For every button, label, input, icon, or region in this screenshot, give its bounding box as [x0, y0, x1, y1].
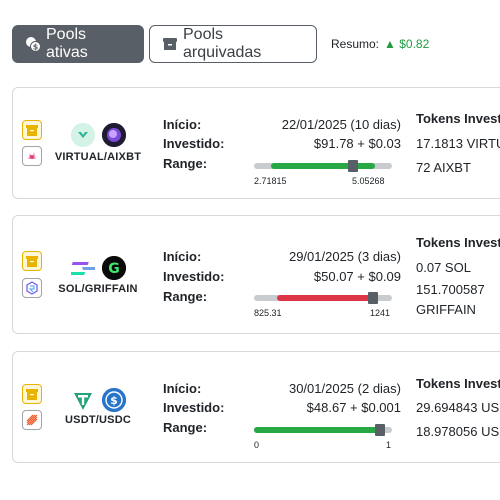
current-price-marker	[367, 292, 378, 304]
coins-icon: $	[25, 36, 41, 52]
svg-text:$: $	[33, 43, 39, 52]
tokens-header: Tokens Invest	[416, 376, 500, 391]
tokens-header: Tokens Invest	[416, 235, 500, 250]
investido-value: $50.07 + $0.09	[313, 269, 401, 284]
pool-card: VIRTUAL/AIXBT Início: Investido: Range: …	[12, 87, 500, 199]
investido-label: Investido:	[163, 400, 225, 415]
raydium-protocol-icon	[26, 281, 38, 295]
range-max: 1241	[370, 308, 391, 318]
sol-token-icon	[68, 256, 100, 280]
range-max: 5.05268	[352, 176, 385, 186]
range-fill	[270, 163, 376, 169]
range-fill	[277, 295, 370, 301]
archive-pool-button[interactable]	[22, 251, 42, 271]
investido-value: $48.67 + $0.001	[306, 400, 401, 415]
inicio-label: Início:	[163, 249, 202, 264]
pools-ativas-tab[interactable]: $ Pools ativas	[12, 25, 144, 63]
current-price-marker	[348, 160, 359, 172]
pool-pair-name: SOL/GRIFFAIN	[58, 283, 138, 295]
token-amount: 151.700587	[416, 282, 485, 297]
tokens-header: Tokens Invest	[416, 111, 500, 126]
archive-pool-button[interactable]	[22, 384, 42, 404]
investido-label: Investido:	[163, 136, 225, 151]
inicio-value: 30/01/2025 (2 dias)	[288, 381, 401, 396]
inicio-value: 29/01/2025 (3 dias)	[288, 249, 401, 264]
range-bar	[254, 160, 392, 172]
token-amount: 0.07 SOL	[416, 260, 471, 275]
pool-pair-name: VIRTUAL/AIXBT	[54, 151, 142, 163]
investido-value: $91.78 + $0.03	[313, 136, 401, 151]
token-amount: GRIFFAIN	[416, 302, 476, 317]
range-bar	[254, 424, 392, 436]
archive-pool-button[interactable]	[22, 120, 42, 140]
pool-card: $ USDT/USDC Início: Investido: Range: 30…	[12, 351, 500, 463]
toolbar: $ Pools ativas Pools arquivadas Resumo: …	[12, 25, 429, 63]
token-amount: 72 AIXBT	[416, 160, 471, 175]
orca-protocol-icon	[28, 152, 36, 159]
range-min: 0	[254, 440, 260, 450]
range-label: Range:	[163, 420, 208, 435]
usdt-token-icon	[71, 388, 95, 412]
range-label: Range:	[163, 289, 208, 304]
protocol-link-button[interactable]	[22, 410, 42, 430]
protocol-link-button[interactable]	[22, 146, 42, 166]
range-max: 1	[386, 440, 392, 450]
token-amount: 17.1813 VIRTU	[416, 136, 500, 151]
inicio-label: Início:	[163, 381, 202, 396]
archive-icon	[162, 36, 178, 52]
summary: Resumo: ▲ $0.82	[331, 37, 429, 51]
investido-label: Investido:	[163, 269, 225, 284]
usdc-token-icon: $	[102, 388, 126, 412]
range-bar	[254, 292, 392, 304]
summary-label: Resumo:	[331, 37, 380, 51]
svg-text:$: $	[110, 394, 118, 407]
range-label: Range:	[163, 156, 208, 171]
pools-ativas-label: Pools ativas	[46, 26, 88, 61]
range-fill	[254, 427, 383, 433]
pool-card: G SOL/GRIFFAIN Início: Investido: Range:…	[12, 215, 500, 334]
archive-icon	[26, 388, 38, 400]
svg-text:G: G	[108, 261, 120, 277]
pools-arquivadas-label: Pools arquivadas	[183, 26, 262, 61]
aixbt-token-icon	[102, 123, 126, 147]
token-amount: 18.978056 US	[416, 424, 500, 439]
token-amount: 29.694843 US	[416, 400, 500, 415]
summary-value: ▲ $0.82	[384, 37, 430, 51]
meteora-protocol-icon	[26, 414, 38, 426]
inicio-value: 22/01/2025 (10 dias)	[281, 117, 401, 132]
archive-icon	[26, 124, 38, 136]
range-min: 2.71815	[254, 176, 287, 186]
current-price-marker	[374, 424, 385, 436]
pools-arquivadas-tab[interactable]: Pools arquivadas	[149, 25, 317, 63]
virtual-token-icon	[71, 123, 95, 147]
protocol-link-button[interactable]	[22, 278, 42, 298]
griffain-token-icon: G	[102, 256, 126, 280]
pool-pair-name: USDT/USDC	[65, 414, 131, 426]
archive-icon	[26, 255, 38, 267]
inicio-label: Início:	[163, 117, 202, 132]
range-min: 825.31	[254, 308, 282, 318]
